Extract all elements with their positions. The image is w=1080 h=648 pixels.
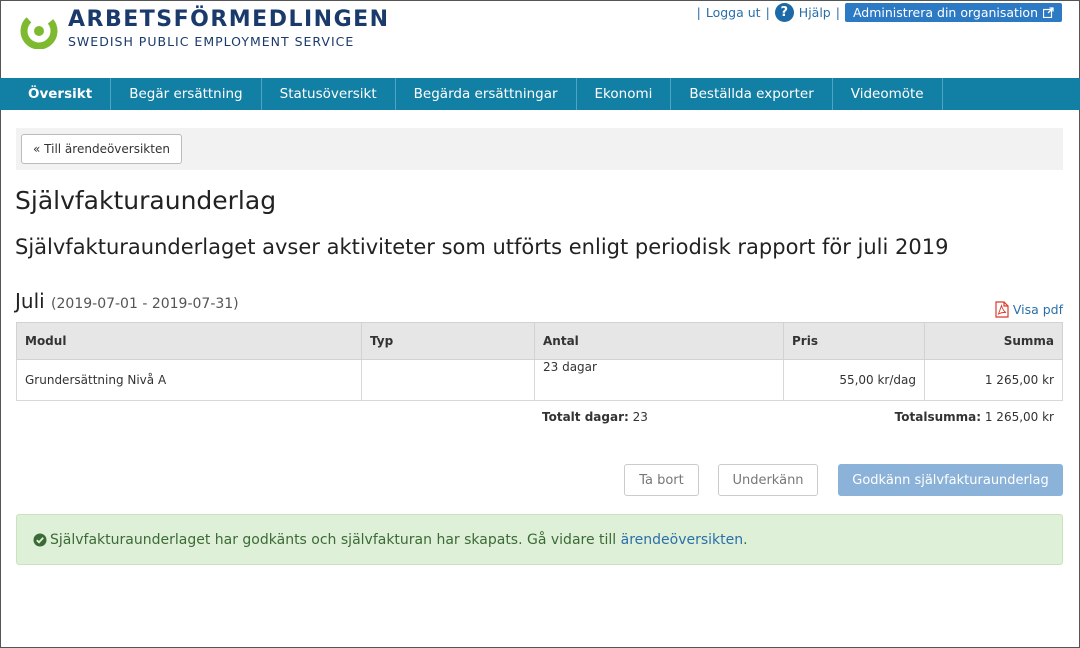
page-subtitle: Självfakturaunderlaget avser aktiviteter… <box>15 235 949 259</box>
admin-label: Administrera din organisation <box>852 5 1038 20</box>
logout-link[interactable]: Logga ut <box>706 5 761 20</box>
nav-item-begarda-ersattningar[interactable]: Begärda ersättningar <box>396 78 577 110</box>
total-sum: Totalsumma: 1 265,00 kr <box>895 410 1054 424</box>
column-header-pris: Pris <box>783 322 925 360</box>
logo-icon[interactable] <box>18 5 64 49</box>
external-link-icon <box>1043 7 1054 18</box>
cell-summa: 1 265,00 kr <box>924 359 1063 401</box>
admin-organisation-button[interactable]: Administrera din organisation <box>844 3 1062 22</box>
remove-button[interactable]: Ta bort <box>624 464 699 496</box>
help-icon[interactable]: ? <box>774 3 794 22</box>
period-month: Juli <box>15 289 45 313</box>
table-row: Grundersättning Nivå A 23 dagar 55,00 kr… <box>16 359 1063 401</box>
cell-typ <box>361 359 535 401</box>
success-alert: Självfakturaunderlaget har godkänts och … <box>16 514 1063 565</box>
approve-button[interactable]: Godkänn självfakturaunderlag <box>838 464 1063 496</box>
nav-item-statusoversikt[interactable]: Statusöversikt <box>262 78 396 110</box>
nav-item-bestallda-exporter[interactable]: Beställda exporter <box>671 78 833 110</box>
table-header-row: Modul Typ Antal Pris Summa <box>16 322 1063 360</box>
total-sum-value: 1 265,00 kr <box>984 410 1054 424</box>
nav-item-ekonomi[interactable]: Ekonomi <box>577 78 672 110</box>
total-days: Totalt dagar: 23 <box>542 410 648 424</box>
separator: | <box>765 5 770 20</box>
help-link[interactable]: Hjälp <box>799 5 831 20</box>
separator: | <box>696 5 701 20</box>
check-circle-icon <box>33 533 47 546</box>
column-header-antal: Antal <box>534 322 784 360</box>
column-header-modul: Modul <box>16 322 362 360</box>
brand-name: ARBETSFÖRMEDLINGEN <box>68 7 390 32</box>
overview-link[interactable]: ärendeöversikten <box>621 532 744 548</box>
brand-subtitle: SWEDISH PUBLIC EMPLOYMENT SERVICE <box>68 34 355 49</box>
top-links: | Logga ut | ? Hjälp | Administrera din … <box>692 3 1062 22</box>
success-end: . <box>743 531 748 548</box>
visa-pdf-link[interactable]: Visa pdf <box>995 301 1063 318</box>
period-heading: Juli (2019-07-01 - 2019-07-31) <box>15 289 239 313</box>
nav-item-begar-ersattning[interactable]: Begär ersättning <box>111 78 262 110</box>
back-to-overview-button[interactable]: « Till ärendeöversikten <box>21 134 182 164</box>
reject-button[interactable]: Underkänn <box>718 464 818 496</box>
brand: ARBETSFÖRMEDLINGEN SWEDISH PUBLIC EMPLOY… <box>68 7 390 50</box>
nav-item-videomote[interactable]: Videomöte <box>833 78 943 110</box>
success-text: Självfakturaunderlaget har godkänts och … <box>50 531 617 548</box>
total-days-value: 23 <box>632 410 648 424</box>
column-header-summa: Summa <box>924 322 1063 360</box>
invoice-table: Modul Typ Antal Pris Summa Grundersättni… <box>16 322 1063 401</box>
cell-modul: Grundersättning Nivå A <box>16 359 362 401</box>
total-sum-label: Totalsumma: <box>894 410 982 424</box>
breadcrumb-bar: « Till ärendeöversikten <box>16 128 1063 170</box>
cell-pris: 55,00 kr/dag <box>783 359 925 401</box>
total-days-label: Totalt dagar: <box>542 410 629 424</box>
column-header-typ: Typ <box>361 322 535 360</box>
cell-antal: 23 dagar <box>534 359 784 401</box>
page-title: Självfakturaunderlag <box>15 186 277 215</box>
nav-item-oversikt[interactable]: Översikt <box>0 78 112 110</box>
separator: | <box>835 5 840 20</box>
pdf-icon <box>995 301 1009 318</box>
period-range: (2019-07-01 - 2019-07-31) <box>51 296 239 312</box>
main-nav: Översikt Begär ersättning Statusöversikt… <box>0 78 1080 110</box>
visa-pdf-label: Visa pdf <box>1012 302 1063 317</box>
